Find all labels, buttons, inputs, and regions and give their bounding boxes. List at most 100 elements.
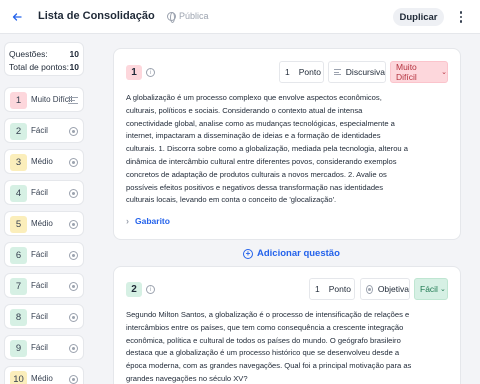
- lines-icon: [68, 97, 78, 104]
- difficulty-label: Muito Difícil: [396, 62, 417, 82]
- question-number-badge: 10: [10, 371, 27, 384]
- duplicate-button[interactable]: Duplicar: [393, 8, 444, 26]
- question-number-badge: 4: [10, 185, 27, 202]
- question-text-line: culturais locais, levando em conta o con…: [126, 195, 337, 205]
- arrow-left-icon: [12, 13, 22, 21]
- question-number-badge: 3: [10, 154, 27, 171]
- sidebar-question-item[interactable]: 4 Fácil: [4, 180, 84, 205]
- question-text-line: época moderna, com as grandes navegações…: [126, 361, 412, 371]
- radio-icon: [69, 344, 78, 353]
- radio-icon: [69, 313, 78, 322]
- sidebar-question-item[interactable]: 10 Médio: [4, 366, 84, 384]
- question-text-line: Segundo Milton Santos, a globalização é …: [126, 310, 410, 319]
- top-bar: Lista de Consolidação | Mu… Pública Dupl…: [0, 0, 480, 34]
- question-text-line: culturais. 1. Discorra sobre como a glob…: [126, 144, 408, 154]
- difficulty-label: Fácil: [31, 126, 48, 135]
- quiz-stats: Questões: 10 Total de pontos: 10: [4, 42, 84, 76]
- info-icon[interactable]: i: [146, 68, 155, 77]
- points-value: 1: [315, 284, 320, 294]
- question-number-badge: 9: [10, 340, 27, 357]
- points-value: 1: [285, 67, 290, 77]
- question-text-line: intercâmbios entre os países, que tem co…: [126, 322, 404, 332]
- question-text[interactable]: A globalização é um processo complexo qu…: [126, 92, 416, 207]
- radio-icon: [366, 284, 373, 294]
- question-card-1[interactable]: 1 i 1 Ponto Discursiva Muito Difícil ⌄ A…: [113, 48, 461, 240]
- question-text[interactable]: Segundo Milton Santos, a globalização é …: [126, 309, 416, 384]
- sidebar-question-item[interactable]: 3 Médio: [4, 149, 84, 174]
- points-label: Ponto: [328, 284, 351, 294]
- question-text-line: culturais, políticos e sociais. Consider…: [126, 105, 363, 115]
- globe-icon: [167, 11, 176, 23]
- add-question-button[interactable]: + Adicionar questão: [243, 248, 340, 259]
- question-number-badge: 8: [10, 309, 27, 326]
- questions-count-value: 10: [69, 49, 79, 59]
- points-field[interactable]: 1 Ponto: [279, 61, 324, 83]
- question-type-label: Objetiva: [377, 284, 409, 294]
- plus-circle-icon: +: [243, 248, 253, 259]
- radio-icon: [69, 189, 78, 198]
- question-number-badge: 6: [10, 247, 27, 264]
- sidebar-question-item[interactable]: 8 Fácil: [4, 304, 84, 329]
- total-points-row: Total de pontos: 10: [9, 62, 79, 72]
- question-number-badge: 5: [10, 216, 27, 233]
- difficulty-select[interactable]: Fácil ⌄: [414, 278, 448, 300]
- privacy-status[interactable]: Pública: [167, 11, 209, 23]
- difficulty-label: Médio: [31, 219, 53, 228]
- questions-count-row: Questões: 10: [9, 49, 79, 59]
- difficulty-label: Fácil: [420, 284, 438, 294]
- total-points-value: 10: [69, 62, 79, 72]
- back-button[interactable]: [9, 9, 25, 25]
- question-number-badge: 2: [126, 282, 142, 297]
- chevron-down-icon: ⌄: [439, 286, 446, 293]
- question-text-line: concretos de adaptação de produtos cultu…: [126, 169, 387, 179]
- question-text-line: grandes navegações no século XV?: [126, 373, 248, 383]
- question-number-badge: 7: [10, 278, 27, 295]
- difficulty-label: Fácil: [31, 343, 48, 352]
- question-text-line: dinâmica de intercâmbio cultural entre d…: [126, 156, 397, 166]
- difficulty-label: Médio: [31, 374, 53, 383]
- page-title: Lista de Consolidação | Mu…: [38, 10, 158, 22]
- sidebar-question-item[interactable]: 5 Médio: [4, 211, 84, 236]
- question-text-line: internet, impactaram a disseminação de i…: [126, 131, 381, 141]
- difficulty-label: Médio: [31, 157, 53, 166]
- difficulty-label: Fácil: [31, 312, 48, 321]
- chevron-down-icon: ⌄: [441, 69, 447, 76]
- question-number-badge: 1: [10, 92, 27, 109]
- question-text-line: destaca que a globalização é um processo…: [126, 348, 400, 358]
- lines-icon: [334, 69, 341, 75]
- chevron-right-icon: ›: [126, 216, 129, 226]
- difficulty-label: Fácil: [31, 281, 48, 290]
- difficulty-label: Fácil: [31, 188, 48, 197]
- points-field[interactable]: 1 Ponto: [309, 278, 355, 300]
- question-type-label: Discursiva: [345, 67, 385, 77]
- total-points-label: Total de pontos:: [9, 62, 70, 72]
- question-number-badge: 2: [10, 123, 27, 140]
- answer-key-label: Gabarito: [135, 216, 170, 226]
- difficulty-select[interactable]: Muito Difícil ⌄: [390, 61, 448, 83]
- sidebar-question-item[interactable]: 9 Fácil: [4, 335, 84, 360]
- difficulty-label: Muito Difícil: [31, 95, 73, 104]
- radio-icon: [69, 282, 78, 291]
- question-type-select[interactable]: Objetiva: [360, 278, 410, 300]
- radio-icon: [69, 158, 78, 167]
- info-icon[interactable]: i: [146, 285, 155, 294]
- question-text-line: possíveis efeitos positivos e negativos …: [126, 182, 384, 192]
- radio-icon: [69, 127, 78, 136]
- question-text-line: conectividade global, analise como as mu…: [126, 118, 395, 128]
- sidebar-question-item[interactable]: 1 Muito Difícil: [4, 87, 84, 112]
- radio-icon: [69, 375, 78, 384]
- answer-key-toggle[interactable]: › Gabarito: [126, 216, 170, 226]
- sidebar-question-item[interactable]: 2 Fácil: [4, 118, 84, 143]
- question-type-select[interactable]: Discursiva: [328, 61, 386, 83]
- radio-icon: [69, 220, 78, 229]
- sidebar-question-item[interactable]: 6 Fácil: [4, 242, 84, 267]
- more-options-icon[interactable]: [456, 9, 466, 25]
- add-question-label: Adicionar questão: [257, 248, 340, 259]
- question-text-line: econômica, política e cultural de todos …: [126, 335, 401, 345]
- difficulty-label: Fácil: [31, 250, 48, 259]
- question-text-line: A globalização é um processo complexo qu…: [126, 93, 382, 102]
- privacy-label: Pública: [179, 11, 209, 21]
- radio-icon: [69, 251, 78, 260]
- question-card-2[interactable]: 2 i 1 Ponto Objetiva Fácil ⌄ Segundo Mil…: [113, 266, 461, 384]
- sidebar-question-item[interactable]: 7 Fácil: [4, 273, 84, 298]
